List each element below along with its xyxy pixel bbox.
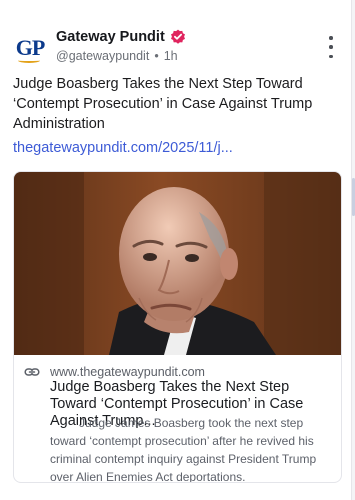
verified-badge-icon — [170, 29, 186, 45]
meta-separator: • — [154, 49, 159, 63]
avatar-swoosh — [18, 58, 40, 63]
post-link[interactable]: thegatewaypundit.com/2025/11/j... — [13, 140, 233, 156]
author-name[interactable]: Gateway Pundit — [56, 29, 165, 45]
post-timestamp[interactable]: 1h — [164, 49, 178, 63]
preview-domain: www.thegatewaypundit.com — [50, 365, 205, 379]
link-preview-card[interactable]: www.thegatewaypundit.com Judge Boasberg … — [13, 171, 342, 483]
preview-image[interactable] — [14, 172, 341, 355]
post-header: GP Gateway Pundit @gatewaypundit • 1h — [13, 27, 343, 67]
link-icon — [24, 364, 40, 380]
post-card[interactable]: GP Gateway Pundit @gatewaypundit • 1h Ju… — [0, 0, 352, 500]
author-handle[interactable]: @gatewaypundit — [56, 49, 149, 63]
preview-domain-row: www.thegatewaypundit.com — [24, 364, 205, 380]
preview-description: Judge James Boasberg took the next step … — [50, 416, 317, 483]
author-block: Gateway Pundit @gatewaypundit • 1h — [56, 27, 186, 63]
more-options-icon[interactable] — [325, 36, 337, 58]
post-text: Judge Boasberg Takes the Next Step Towar… — [13, 76, 313, 132]
avatar[interactable]: GP — [13, 31, 47, 65]
